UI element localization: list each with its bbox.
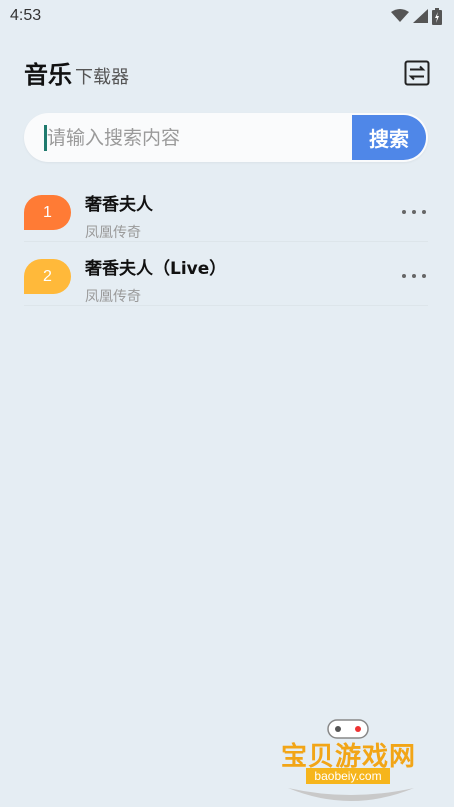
wifi-icon	[391, 9, 409, 22]
status-icons	[391, 7, 442, 25]
song-title: 奢香夫人	[85, 195, 153, 215]
more-options-icon[interactable]	[402, 270, 426, 282]
search-button[interactable]: 搜索	[352, 115, 426, 160]
status-bar: 4:53	[0, 0, 454, 32]
battery-icon	[432, 7, 442, 25]
signal-icon	[413, 9, 428, 23]
song-list: 1 奢香夫人 凤凰传奇 2 奢香夫人（Live） 凤凰传奇	[24, 178, 428, 306]
song-title: 奢香夫人（Live）	[85, 259, 227, 279]
song-artist: 凤凰传奇	[85, 289, 141, 305]
watermark-logo: 宝贝游戏网 baobeiy.com	[276, 716, 426, 802]
watermark-url: baobeiy.com	[306, 768, 390, 784]
song-item[interactable]: 1 奢香夫人 凤凰传奇	[24, 178, 428, 242]
more-options-icon[interactable]	[402, 206, 426, 218]
search-input[interactable]	[24, 113, 352, 162]
title-group: 音乐 下载器	[24, 55, 129, 90]
swap-icon[interactable]	[404, 60, 430, 86]
status-time: 4:53	[10, 7, 42, 24]
song-artist: 凤凰传奇	[85, 225, 141, 241]
text-cursor	[44, 125, 47, 151]
rank-badge: 1	[24, 195, 71, 230]
song-item[interactable]: 2 奢香夫人（Live） 凤凰传奇	[24, 242, 428, 306]
search-bar: 搜索	[24, 113, 428, 162]
app-subtitle: 下载器	[75, 67, 129, 88]
app-title: 音乐	[24, 61, 72, 89]
rank-badge: 2	[24, 259, 71, 294]
header: 音乐 下载器	[24, 56, 430, 90]
